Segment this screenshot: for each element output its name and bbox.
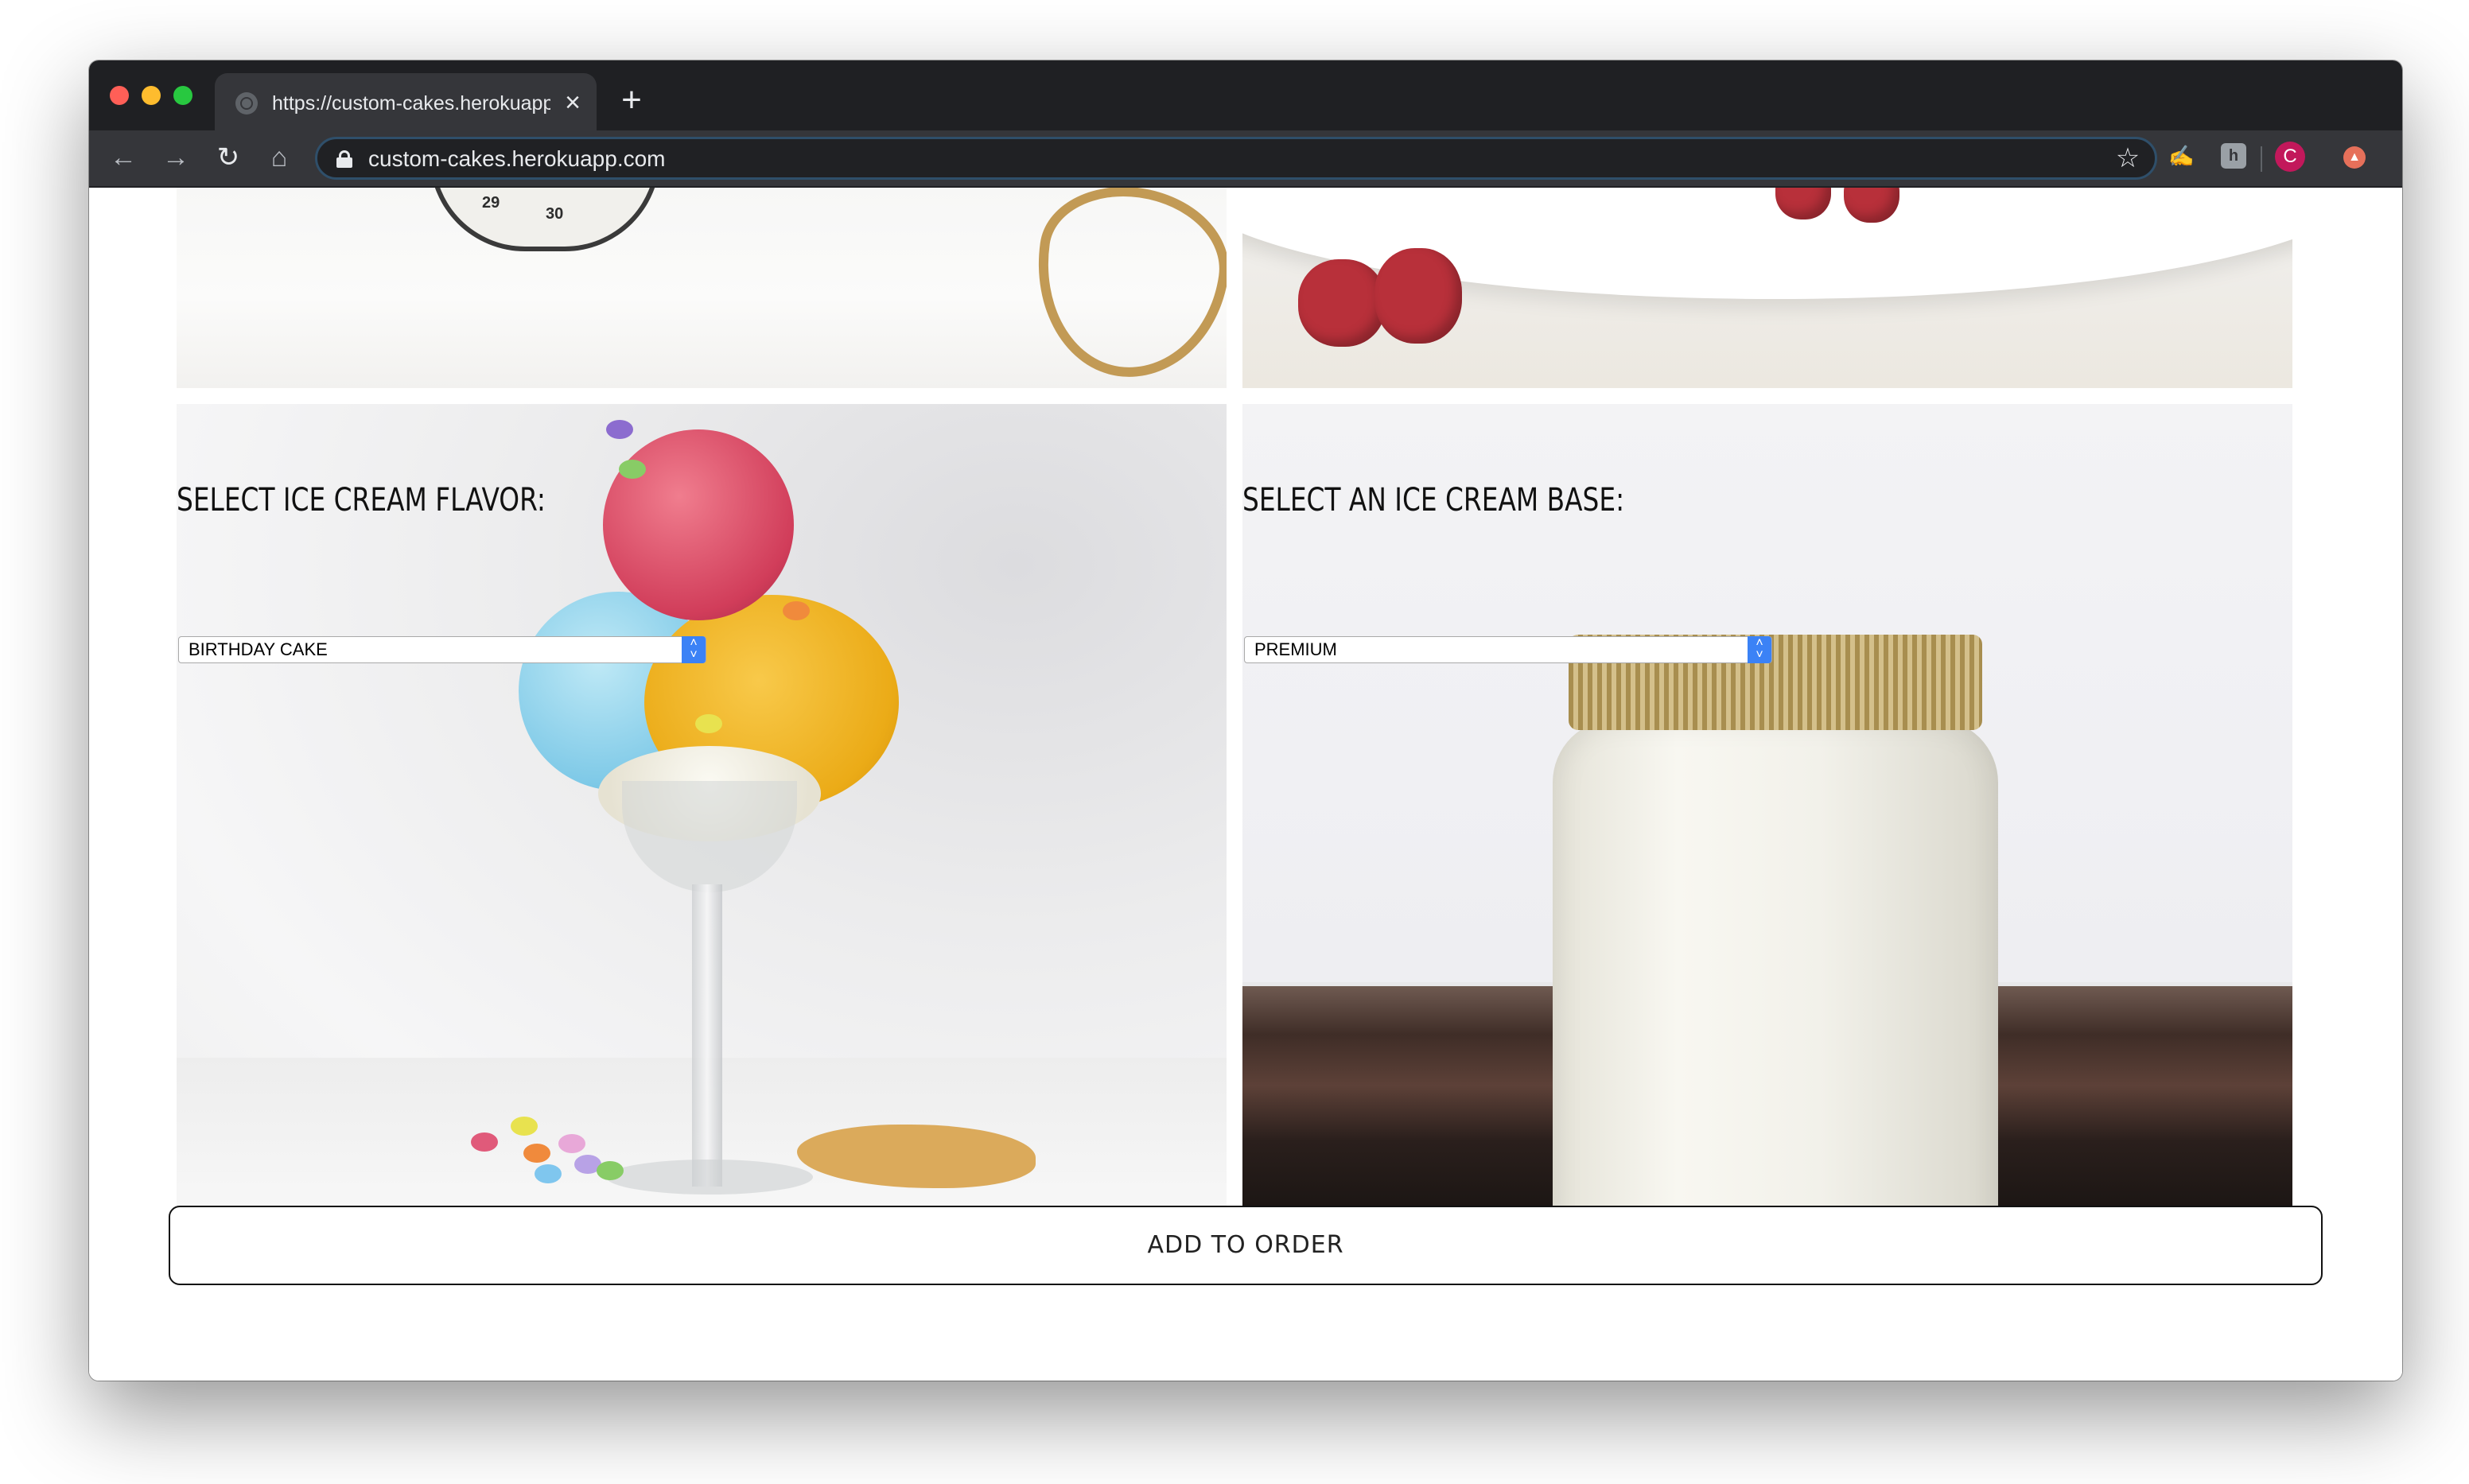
scissors-handle-icon — [1023, 188, 1227, 388]
raspberry-icon — [1298, 259, 1386, 347]
base-select[interactable]: PREMIUM ˄ ˅ — [1244, 636, 1772, 663]
flavor-select[interactable]: BIRTHDAY CAKE ˄ ˅ — [178, 636, 706, 663]
globe-icon — [235, 92, 258, 115]
measuring-tape-icon: 29 30 — [430, 188, 660, 251]
pink-scoop-shape — [603, 429, 794, 620]
add-to-order-button[interactable]: ADD TO ORDER — [169, 1206, 2323, 1285]
browser-toolbar: ← → ↻ ⌂ custom-cakes.herokuapp.com ☆ ✍ h… — [89, 130, 2402, 188]
candy-icon — [597, 1161, 624, 1180]
toolbar-divider — [2261, 146, 2262, 172]
measuring-tape-image: 29 30 — [177, 188, 1227, 388]
sundae-glass-bowl — [622, 781, 797, 892]
close-window-button[interactable] — [110, 86, 129, 105]
back-arrow-icon[interactable]: ← — [105, 140, 142, 177]
reload-icon[interactable]: ↻ — [210, 140, 247, 177]
candy-icon — [511, 1117, 538, 1136]
raspberry-icon — [1374, 248, 1462, 344]
page-viewport: 29 30 SELECT ICE CREAM FLAVOR: BIRTHDAY … — [89, 188, 2402, 1381]
candy-icon — [523, 1144, 550, 1163]
tab-title: https://custom-cakes.herokuapp.com — [272, 92, 550, 115]
close-tab-icon[interactable]: × — [558, 89, 587, 118]
tab-strip: https://custom-cakes.herokuapp.com × + — [89, 60, 2402, 130]
lock-icon — [336, 150, 352, 168]
address-url[interactable]: custom-cakes.herokuapp.com — [368, 146, 666, 172]
sundae-glass-base — [606, 1160, 813, 1195]
extension-badge-icon[interactable]: h — [2221, 143, 2246, 169]
ice-cream-base-section: SELECT AN ICE CREAM BASE: PREMIUM ˄ ˅ — [1242, 404, 2292, 1207]
base-select-value: PREMIUM — [1254, 639, 1337, 659]
maximize-window-button[interactable] — [173, 86, 192, 105]
profile-avatar[interactable]: C — [2275, 142, 2305, 172]
candy-icon — [558, 1134, 585, 1153]
candy-icon — [471, 1132, 498, 1152]
flavor-section-title: SELECT ICE CREAM FLAVOR: — [177, 482, 546, 519]
sundae-glass-stem — [692, 884, 722, 1187]
chevron-updown-icon[interactable]: ˄ ˅ — [682, 636, 706, 663]
browser-tab[interactable]: https://custom-cakes.herokuapp.com × — [215, 73, 597, 130]
bookmark-star-icon[interactable]: ☆ — [2113, 144, 2142, 173]
add-to-order-label: ADD TO ORDER — [1147, 1231, 1344, 1259]
milk-jar-shape — [1553, 719, 1998, 1207]
candy-icon — [606, 420, 633, 439]
extension-icon[interactable]: ✍ — [2168, 143, 2194, 169]
flavor-select-value: BIRTHDAY CAKE — [189, 639, 328, 659]
new-tab-icon[interactable]: + — [614, 83, 649, 119]
forward-arrow-icon[interactable]: → — [157, 140, 194, 177]
ice-cream-flavor-section: SELECT ICE CREAM FLAVOR: BIRTHDAY CAKE ˄… — [177, 404, 1227, 1207]
address-bar[interactable]: custom-cakes.herokuapp.com ☆ — [315, 137, 2157, 180]
base-section-title: SELECT AN ICE CREAM BASE: — [1242, 482, 1625, 519]
candy-icon — [695, 714, 722, 733]
browser-window: https://custom-cakes.herokuapp.com × + ←… — [89, 60, 2402, 1381]
extension-upload-icon[interactable]: ▲ — [2343, 146, 2366, 169]
candy-icon — [535, 1164, 562, 1183]
raspberry-plate-image — [1242, 188, 2292, 388]
minimize-window-button[interactable] — [142, 86, 161, 105]
home-icon[interactable]: ⌂ — [261, 140, 297, 177]
chevron-updown-icon[interactable]: ˄ ˅ — [1748, 636, 1771, 663]
candy-icon — [619, 460, 646, 479]
candy-icon — [783, 601, 810, 620]
